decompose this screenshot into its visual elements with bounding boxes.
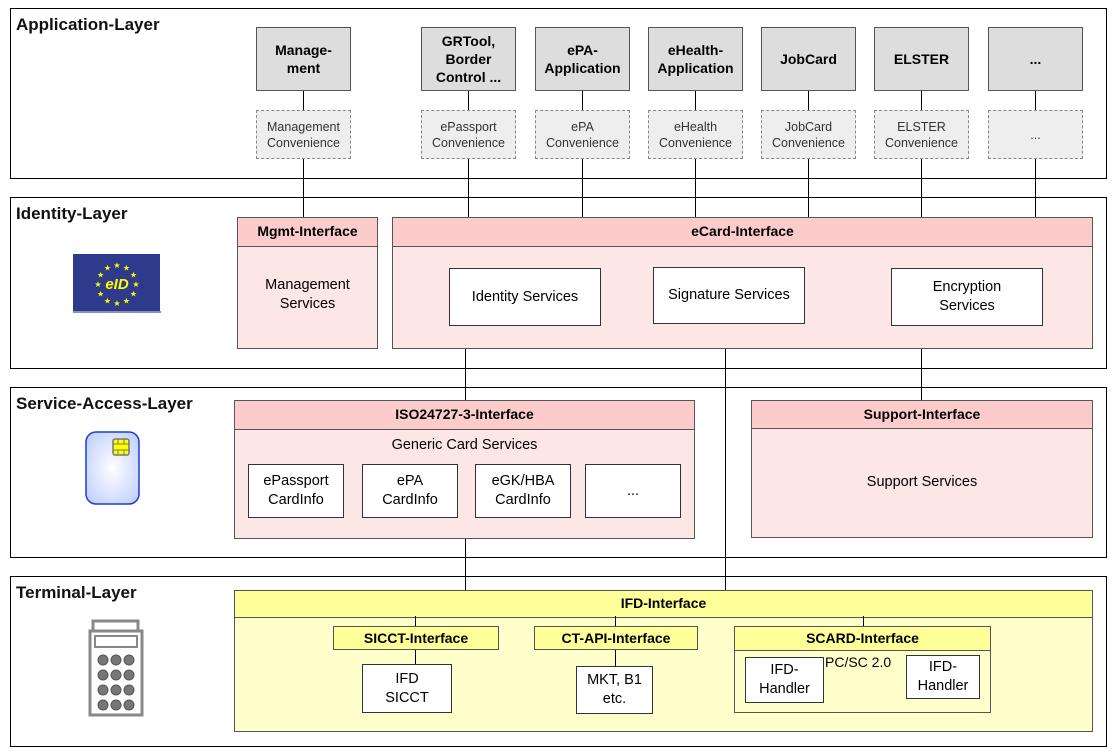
application-box: ELSTER <box>874 27 969 91</box>
ecard-interface-header: eCard-Interface <box>393 218 1092 247</box>
key-icon <box>110 669 122 681</box>
encryption-services: Encryption Services <box>891 268 1043 326</box>
cardinfo-epassport: ePassport CardInfo <box>248 464 344 518</box>
connector <box>303 90 304 110</box>
key-icon <box>123 684 135 696</box>
ifd-sicct: IFD SICCT <box>362 664 452 713</box>
connector <box>1035 90 1036 110</box>
key-icon <box>97 699 109 711</box>
convenience-box: ePassport Convenience <box>421 110 516 159</box>
connector <box>695 90 696 110</box>
application-box: Manage- ment <box>256 27 351 91</box>
layer-title: Terminal-Layer <box>16 583 137 602</box>
iso24727-interface-header: ISO24727-3-Interface <box>235 401 694 430</box>
key-icon <box>110 654 122 666</box>
connector <box>468 158 469 217</box>
eid-logo-text: eID <box>105 276 129 293</box>
star-icon: ★ <box>123 296 130 305</box>
star-icon: ★ <box>130 271 137 280</box>
connector <box>303 158 304 217</box>
connector <box>808 90 809 110</box>
key-icon <box>123 654 135 666</box>
ct-api-interface: CT-API-Interface <box>534 626 698 650</box>
connector <box>695 158 696 217</box>
convenience-box: ... <box>988 110 1083 159</box>
mgmt-interface-box: Mgmt-Interface Management Services <box>237 217 378 349</box>
scard-interface-header: SCARD-Interface <box>735 627 990 651</box>
application-box: ... <box>988 27 1083 91</box>
star-icon: ★ <box>113 261 120 270</box>
star-icon: ★ <box>113 299 120 308</box>
connector <box>808 158 809 217</box>
generic-card-services: Generic Card Services <box>391 437 538 453</box>
application-box: eHealth- Application <box>648 27 743 91</box>
star-icon: ★ <box>104 296 111 305</box>
ifd-handler: IFD- Handler <box>745 657 824 703</box>
connector <box>582 90 583 110</box>
convenience-box: eHealth Convenience <box>648 110 743 159</box>
convenience-box: ePA Convenience <box>535 110 630 159</box>
key-icon <box>97 669 109 681</box>
connector <box>1035 158 1036 217</box>
support-interface-header: Support-Interface <box>752 401 1092 429</box>
eid-logo-icon: ★ ★★★★★★★★★★★ eID <box>73 254 161 313</box>
mkt-b1: MKT, B1 etc. <box>576 666 653 714</box>
convenience-box: Management Convenience <box>256 110 351 159</box>
star-icon: ★ <box>94 280 101 289</box>
identity-services: Identity Services <box>449 268 601 326</box>
application-box: ePA- Application <box>535 27 630 91</box>
connector <box>582 158 583 217</box>
smart-card-icon <box>85 431 140 505</box>
key-icon <box>110 684 122 696</box>
connector <box>465 348 466 400</box>
connector <box>921 158 922 217</box>
connector <box>468 90 469 110</box>
signature-services: Signature Services <box>653 267 805 324</box>
layer-title: Application-Layer <box>16 15 160 34</box>
support-interface-box: Support-Interface Support Services <box>751 400 1093 538</box>
ifd-interface-header: IFD-Interface <box>235 591 1092 618</box>
connector <box>921 90 922 110</box>
application-box: GRTool, Border Control ... <box>421 27 516 91</box>
architecture-diagram: Application-Layer Identity-Layer Service… <box>0 0 1118 756</box>
key-icon <box>110 699 122 711</box>
star-icon: ★ <box>132 280 139 289</box>
ifd-handler: IFD- Handler <box>906 655 980 699</box>
cardinfo-more: ... <box>585 464 681 518</box>
key-icon <box>97 654 109 666</box>
layer-title: Service-Access-Layer <box>16 394 193 413</box>
application-box: JobCard <box>761 27 856 91</box>
pcsc-label: PC/SC 2.0 <box>825 654 892 670</box>
star-icon: ★ <box>104 264 111 273</box>
convenience-box: JobCard Convenience <box>761 110 856 159</box>
key-icon <box>97 684 109 696</box>
mgmt-interface-header: Mgmt-Interface <box>238 218 377 247</box>
sicct-interface: SICCT-Interface <box>333 626 499 650</box>
connector <box>863 616 864 626</box>
key-icon <box>123 699 135 711</box>
star-icon: ★ <box>97 290 104 299</box>
connector <box>921 348 922 400</box>
star-icon: ★ <box>130 290 137 299</box>
management-services: Management Services <box>265 277 350 312</box>
connector <box>465 538 466 590</box>
card-terminal-icon <box>88 619 144 717</box>
layer-title: Identity-Layer <box>16 204 128 223</box>
support-services: Support Services <box>866 474 978 490</box>
cardinfo-epa: ePA CardInfo <box>362 464 458 518</box>
cardinfo-egk-hba: eGK/HBA CardInfo <box>475 464 571 518</box>
connector <box>725 348 726 590</box>
key-icon <box>123 669 135 681</box>
convenience-box: ELSTER Convenience <box>874 110 969 159</box>
